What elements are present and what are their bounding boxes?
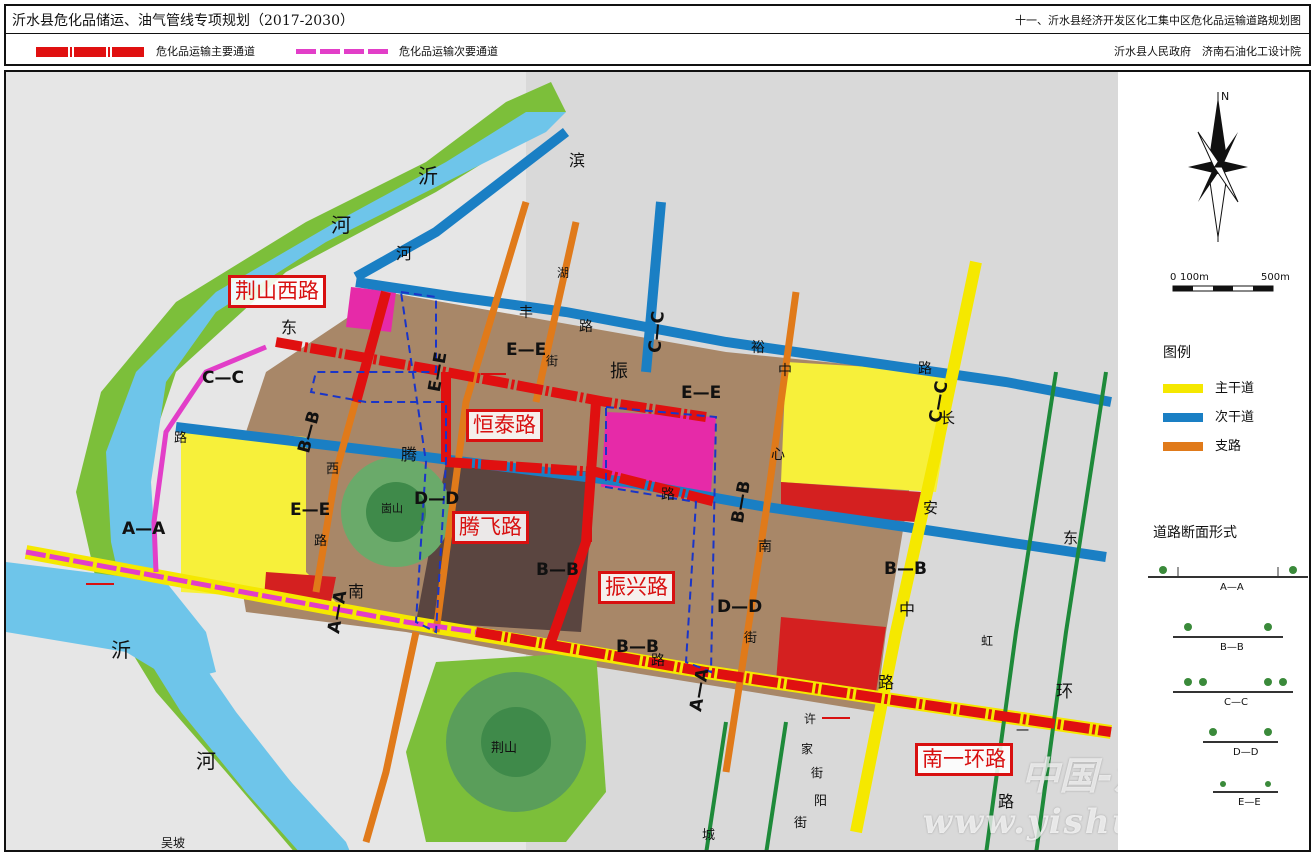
road-char: 丰 [519, 305, 533, 321]
road-char: 湖 [557, 266, 570, 280]
road-char: 许 [804, 712, 817, 726]
label-river-he: 河 [331, 213, 351, 237]
road-char: 中 [778, 363, 792, 379]
road-char: 家 [801, 742, 814, 756]
road-char: 东 [1063, 529, 1079, 547]
sheet-title: 十一、沂水县经济开发区化工集中区危化品运输道路规划图 [1015, 14, 1301, 27]
section-diagram-ee [1213, 781, 1278, 793]
road-char: 西 [326, 462, 340, 477]
section-caption-ee: E—E [1238, 797, 1261, 808]
label-jingshan: 荆山 [491, 741, 518, 756]
section-label: D—D [717, 597, 763, 617]
section-label: B—B [884, 559, 927, 579]
legend-item-secondary-road: 次干道 [1163, 406, 1254, 425]
section-diagram-cc [1173, 678, 1293, 693]
map-canvas: 沂 河 河 沂 河 崮山 荆山 吴坡 滨 东 丰 路 裕 腾 西 路 心 中 安… [4, 70, 1311, 852]
road-char: 裕 [751, 340, 765, 356]
section-caption-bb: B—B [1220, 642, 1244, 653]
main-route-swatch [36, 47, 146, 57]
main-route-legend-label: 危化品运输主要通道 [156, 45, 255, 58]
section-caption-aa: A—A [1220, 582, 1244, 593]
road-char: 振 [610, 361, 628, 382]
label-river-he-2: 河 [396, 244, 413, 263]
road-char: 中 [899, 600, 916, 619]
road-char: 路 [878, 673, 895, 692]
callout-zhenxing-road: 振兴路 [598, 571, 675, 605]
road-char: 安 [923, 499, 939, 517]
label-wupo: 吴坡 [161, 836, 186, 850]
road-char: 环 [1056, 682, 1073, 702]
road-char: 路 [579, 319, 593, 335]
section-label: E—E [681, 383, 722, 403]
legend-label-branch-road: 支路 [1215, 439, 1242, 454]
road-char: 街 [811, 766, 824, 780]
north-arrow-icon [1188, 92, 1248, 242]
legend-swatch-main-road [1163, 384, 1203, 393]
road-char: 一 [1016, 724, 1030, 739]
map-drawing [6, 72, 1118, 850]
callout-jingshanxi-road: 荆山西路 [228, 275, 326, 309]
scale-label-500: 500m [1261, 272, 1290, 283]
road-char: 街 [744, 631, 758, 646]
legend-swatch-secondary-road [1163, 413, 1203, 422]
road-char: 南 [348, 582, 365, 601]
section-label: C—C [202, 368, 244, 388]
legend-title: 图例 [1163, 345, 1191, 361]
section-label: E—E [506, 340, 547, 360]
header-row-legend: 危化品运输主要通道 危化品运输次要通道 沂水县人民政府 济南石油化工设计院 [6, 34, 1309, 64]
legend-panel: N 0 100m 500m 图例 主干道 次干道 支路 道路断面形式 A—A B… [1118, 72, 1309, 850]
road-char: 阳 [814, 794, 828, 809]
road-char: 路 [918, 361, 932, 377]
legend-graphics [1148, 92, 1308, 793]
section-caption-dd: D—D [1233, 747, 1259, 758]
label-river-yi-south: 沂 [111, 638, 131, 662]
callout-tengfei-road: 腾飞路 [452, 511, 529, 545]
label-bin: 滨 [569, 151, 586, 170]
road-char: 城 [702, 828, 716, 843]
label-river-yi: 沂 [418, 164, 438, 188]
road-char: 路 [314, 534, 328, 549]
scale-bar [1172, 285, 1274, 292]
section-label: B—B [616, 637, 659, 657]
callout-nanyihuan-road: 南一环路 [915, 743, 1013, 777]
map-header: 沂水县危化品储运、油气管线专项规划（2017-2030） 十一、沂水县经济开发区… [4, 4, 1311, 66]
road-char: 街 [546, 354, 559, 368]
section-label: A—A [122, 519, 166, 539]
section-caption-cc: C—C [1224, 697, 1248, 708]
section-label: E—E [290, 500, 331, 520]
secondary-route-legend-label: 危化品运输次要通道 [399, 45, 498, 58]
legend-label-main-road: 主干道 [1215, 381, 1255, 396]
road-char: 心 [771, 447, 785, 463]
legend-item-branch-road: 支路 [1163, 435, 1241, 454]
scale-label-100: 100m [1180, 272, 1209, 283]
label-river-he-south: 河 [196, 749, 216, 773]
scale-label-0: 0 [1170, 272, 1177, 283]
section-label: B—B [536, 560, 579, 580]
north-label: N [1221, 90, 1230, 103]
section-diagram-dd [1203, 728, 1278, 743]
label-gushan: 崮山 [381, 502, 403, 515]
section-diagram-bb [1173, 623, 1283, 638]
section-label: D—D [414, 489, 460, 509]
section-diagrams [1148, 566, 1308, 793]
road-char: 南 [758, 539, 772, 555]
section-types-title: 道路断面形式 [1153, 525, 1237, 541]
header-row-title: 沂水县危化品储运、油气管线专项规划（2017-2030） 十一、沂水县经济开发区… [6, 6, 1309, 34]
section-diagram-aa [1148, 566, 1308, 578]
plan-title: 沂水县危化品储运、油气管线专项规划（2017-2030） [12, 13, 354, 29]
legend-label-secondary-road: 次干道 [1215, 410, 1255, 425]
authors: 沂水县人民政府 济南石油化工设计院 [1114, 45, 1301, 58]
section-label: C—C [645, 310, 669, 354]
road-char: 路 [661, 487, 675, 503]
secondary-route-swatch [296, 49, 391, 54]
road-char: 路 [174, 431, 188, 446]
callout-hengtai-road: 恒泰路 [466, 409, 543, 443]
legend-swatch-branch-road [1163, 442, 1203, 451]
road-char: 街 [794, 816, 808, 831]
legend-item-main-road: 主干道 [1163, 377, 1254, 396]
road-char: 虹 [981, 634, 994, 648]
road-char: 腾 [401, 445, 418, 464]
label-dong: 东 [281, 318, 298, 337]
